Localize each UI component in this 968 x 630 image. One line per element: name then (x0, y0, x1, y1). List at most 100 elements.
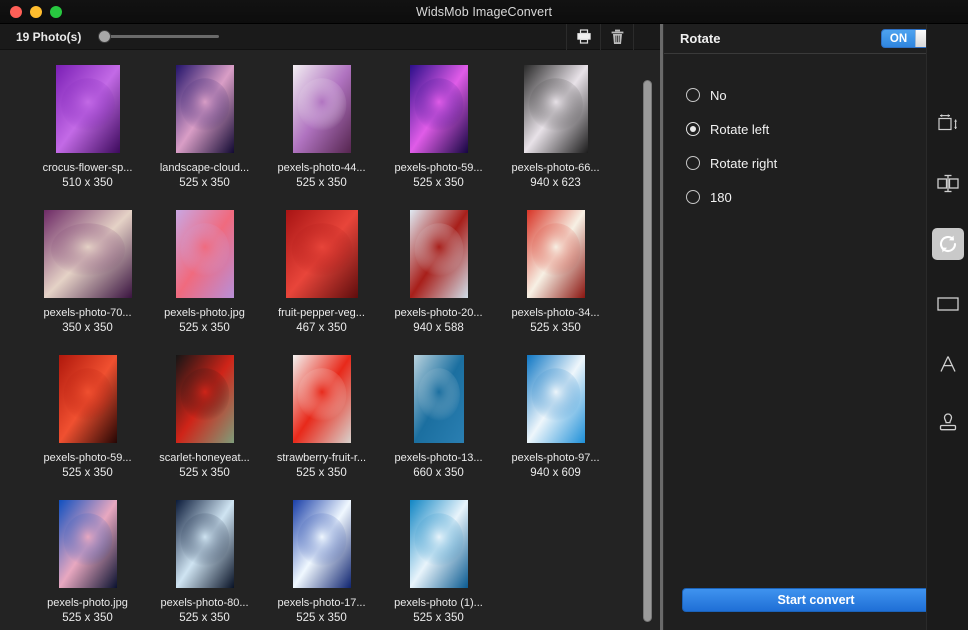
thumbnail-size-slider[interactable] (99, 30, 220, 44)
radio-button[interactable] (686, 156, 700, 170)
thumbnail-container (29, 493, 146, 588)
thumbnail-container (146, 58, 263, 153)
photo-thumbnail[interactable] (285, 210, 358, 298)
thumbnail-container (29, 58, 146, 153)
photo-dimensions: 525 x 350 (179, 177, 230, 189)
thumbnail-container (497, 348, 614, 443)
photo-cell[interactable]: pexels-photo.jpg 525 x 350 (29, 493, 146, 630)
photo-cell[interactable]: pexels-photo-17... 525 x 350 (263, 493, 380, 630)
photo-thumbnail[interactable] (175, 210, 234, 298)
photo-thumbnail[interactable] (292, 500, 351, 588)
flip-icon[interactable] (932, 168, 964, 200)
settings-header: Rotate ON (664, 24, 968, 54)
trash-icon[interactable] (600, 23, 634, 50)
photo-toolbar: 19 Photo(s) (0, 23, 660, 50)
photo-thumbnail[interactable] (523, 65, 588, 153)
photo-thumbnail[interactable] (413, 355, 464, 443)
photo-cell[interactable]: pexels-photo-34... 525 x 350 (497, 203, 614, 348)
resize-icon[interactable] (932, 108, 964, 140)
title-bar: WidsMob ImageConvert (0, 0, 968, 24)
photo-cell[interactable]: pexels-photo-97... 940 x 609 (497, 348, 614, 493)
radio-button[interactable] (686, 190, 700, 204)
radio-button[interactable] (686, 88, 700, 102)
photo-cell[interactable]: pexels-photo-70... 350 x 350 (29, 203, 146, 348)
photo-dimensions: 525 x 350 (413, 177, 464, 189)
photo-browser-pane: 19 Photo(s) crocus-flower-sp... 510 x 35… (0, 23, 660, 630)
photo-filename: pexels-photo-80... (160, 597, 249, 609)
rotate-icon[interactable] (931, 228, 964, 260)
settings-title: Rotate (680, 31, 721, 46)
window-title: WidsMob ImageConvert (415, 4, 553, 19)
thumbnail-container (380, 203, 497, 298)
start-convert-button[interactable]: Start convert (682, 588, 950, 612)
photo-cell[interactable]: fruit-pepper-veg... 467 x 350 (263, 203, 380, 348)
border-icon[interactable] (932, 288, 964, 320)
thumbnail-container (263, 348, 380, 443)
photo-filename: pexels-photo-17... (277, 597, 366, 609)
photo-thumbnail[interactable] (526, 355, 585, 443)
traffic-lights (0, 5, 62, 18)
photo-thumbnail[interactable] (43, 210, 132, 298)
photo-filename: pexels-photo-70... (43, 307, 132, 319)
photo-thumbnail[interactable] (292, 65, 351, 153)
photo-cell[interactable]: pexels-photo-20... 940 x 588 (380, 203, 497, 348)
photo-cell[interactable]: pexels-photo (1)... 525 x 350 (380, 493, 497, 630)
photo-thumbnail[interactable] (526, 210, 585, 298)
photo-thumbnail[interactable] (58, 500, 117, 588)
radio-button[interactable] (686, 122, 700, 136)
photo-thumbnail[interactable] (175, 500, 234, 588)
photo-cell[interactable]: strawberry-fruit-r... 525 x 350 (263, 348, 380, 493)
close-button[interactable] (10, 5, 22, 18)
photo-filename: pexels-photo (1)... (394, 597, 483, 609)
photo-cell[interactable]: scarlet-honeyeat... 525 x 350 (146, 348, 263, 493)
photo-dimensions: 525 x 350 (296, 177, 347, 189)
photo-thumbnail[interactable] (409, 65, 468, 153)
thumbnail-container (263, 203, 380, 298)
photo-cell[interactable]: landscape-cloud... 525 x 350 (146, 58, 263, 203)
rotate-option-label: Rotate right (710, 155, 778, 171)
thumbnail-container (146, 203, 263, 298)
photo-thumbnail[interactable] (409, 500, 468, 588)
toggle-state-label: ON (882, 30, 915, 47)
photo-dimensions: 525 x 350 (62, 467, 113, 479)
photo-cell[interactable]: pexels-photo-59... 525 x 350 (380, 58, 497, 203)
rotate-option-label: 180 (710, 189, 732, 205)
minimize-button[interactable] (30, 5, 42, 18)
photo-dimensions: 525 x 350 (296, 467, 347, 479)
photo-thumbnail[interactable] (55, 65, 120, 153)
photo-thumbnail[interactable] (175, 355, 234, 443)
photo-grid-scrollbar[interactable] (643, 80, 652, 622)
text-icon[interactable] (932, 348, 964, 380)
photo-thumbnail[interactable] (175, 65, 234, 153)
photo-cell[interactable]: pexels-photo-66... 940 x 623 (497, 58, 614, 203)
photo-cell[interactable]: crocus-flower-sp... 510 x 350 (29, 58, 146, 203)
photo-dimensions: 660 x 350 (413, 467, 464, 479)
photo-filename: pexels-photo-20... (394, 307, 483, 319)
photo-dimensions: 525 x 350 (179, 467, 230, 479)
photo-thumbnail[interactable] (409, 210, 468, 298)
zoom-button[interactable] (50, 5, 62, 18)
photo-grid: crocus-flower-sp... 510 x 350 landscape-cl… (0, 50, 660, 630)
photo-filename: fruit-pepper-veg... (278, 307, 365, 319)
photo-cell[interactable]: pexels-photo-59... 525 x 350 (29, 348, 146, 493)
photo-filename: pexels-photo-97... (511, 452, 600, 464)
settings-pane: Rotate ON No Rotate left Rotate right 180 S… (663, 24, 968, 630)
photo-cell[interactable]: pexels-photo-13... 660 x 350 (380, 348, 497, 493)
thumbnail-container (146, 493, 263, 588)
photo-cell[interactable]: pexels-photo.jpg 525 x 350 (146, 203, 263, 348)
printer-icon[interactable] (566, 23, 600, 50)
watermark-stamp-icon[interactable] (932, 408, 964, 440)
photo-thumbnail[interactable] (292, 355, 351, 443)
convert-action-area: Start convert (664, 588, 968, 630)
photo-thumbnail[interactable] (58, 355, 117, 443)
photo-dimensions: 940 x 623 (530, 177, 581, 189)
rotate-option-label: No (710, 87, 727, 103)
thumbnail-container (29, 203, 146, 298)
photo-filename: pexels-photo-66... (511, 162, 600, 174)
scrollbar-thumb[interactable] (643, 80, 652, 622)
photo-grid-scroll-area[interactable]: crocus-flower-sp... 510 x 350 landscape-cl… (0, 50, 660, 630)
slider-thumb[interactable] (99, 31, 111, 42)
thumbnail-container (380, 348, 497, 443)
photo-cell[interactable]: pexels-photo-44... 525 x 350 (263, 58, 380, 203)
photo-cell[interactable]: pexels-photo-80... 525 x 350 (146, 493, 263, 630)
